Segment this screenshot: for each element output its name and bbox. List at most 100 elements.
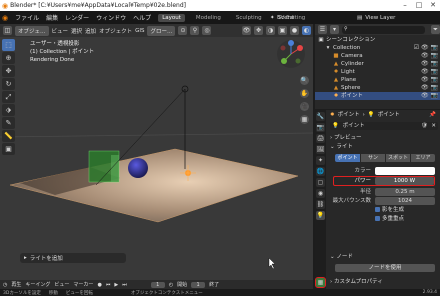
filter-icon[interactable]: ⏷ bbox=[431, 25, 440, 34]
camera-visibility-icon[interactable]: 👁 📷 bbox=[421, 52, 438, 60]
light-type-spot[interactable]: スポット bbox=[386, 154, 410, 162]
sphere-object[interactable] bbox=[128, 158, 148, 178]
outliner-display-mode-icon[interactable]: ▾ bbox=[330, 25, 339, 34]
tab-modeling[interactable]: Modeling bbox=[192, 14, 225, 22]
menu-edit[interactable]: 編集 bbox=[46, 13, 58, 22]
measure-tool-icon[interactable]: 📏 bbox=[2, 130, 15, 142]
object-tab-icon[interactable]: ▢ bbox=[316, 178, 325, 187]
proportional-icon[interactable]: ◎ bbox=[202, 26, 212, 35]
pin-icon[interactable]: 📌 bbox=[429, 111, 436, 120]
outliner-item-sphere[interactable]: ▲ Sphere 👁 📷 bbox=[315, 84, 440, 92]
overlay-icon[interactable]: ◑ bbox=[266, 26, 275, 35]
viewport-scene[interactable] bbox=[0, 37, 313, 280]
light-type-sun[interactable]: サン bbox=[361, 154, 385, 162]
section-preview[interactable]: › プレビュー bbox=[327, 134, 440, 143]
select-menu[interactable]: 選択 bbox=[71, 27, 82, 35]
ortho-grid-icon[interactable]: ▦ bbox=[300, 115, 309, 124]
marker-menu[interactable]: マーカー bbox=[73, 281, 93, 288]
scene-tab-icon[interactable]: ✦ bbox=[316, 156, 325, 165]
record-icon[interactable]: ● bbox=[97, 282, 101, 288]
sphere-visibility-icon[interactable]: 👁 📷 bbox=[421, 84, 438, 92]
output-tab-icon[interactable]: 🖨 bbox=[316, 134, 325, 143]
collection-visibility-icon[interactable]: ☑ 👁 📷 bbox=[414, 44, 438, 52]
outliner-search-field[interactable]: ⚲ bbox=[342, 25, 425, 34]
outliner[interactable]: ☰ ▾ ⚲ ⏷ ▣ シーンコレクション ▾ Collection ☑ 👁 📷 ■ Ca… bbox=[315, 24, 440, 109]
shading-rendered-icon[interactable]: ◐ bbox=[302, 26, 311, 35]
maximize-icon[interactable]: □ bbox=[412, 0, 426, 11]
render-tab-icon[interactable]: 📷 bbox=[316, 123, 325, 132]
outliner-collection[interactable]: ▾ Collection ☑ 👁 📷 bbox=[315, 44, 440, 52]
outliner-item-plane[interactable]: ▲ Plane 👁 📷 bbox=[315, 76, 440, 84]
tab-layout[interactable]: Layout bbox=[158, 13, 185, 22]
menu-help[interactable]: ヘルプ bbox=[133, 13, 151, 22]
power-field[interactable]: 1000 W bbox=[375, 177, 434, 185]
navigation-gizmo[interactable] bbox=[276, 39, 306, 69]
radius-field[interactable]: 0.25 m bbox=[375, 188, 435, 196]
menu-file[interactable]: ファイル bbox=[15, 13, 39, 22]
light-visibility-icon[interactable]: 👁 📷 bbox=[421, 68, 438, 76]
fake-user-icon[interactable]: 🛡 bbox=[421, 122, 428, 130]
add-cube-tool-icon[interactable]: ▣ bbox=[2, 143, 15, 155]
minimize-icon[interactable]: – bbox=[398, 0, 412, 11]
menu-render[interactable]: レンダー bbox=[65, 13, 89, 22]
visibility-icon[interactable]: 👁 bbox=[242, 26, 251, 35]
pan-hand-icon[interactable]: ✋ bbox=[300, 89, 309, 98]
blender-menu-icon[interactable]: ◉ bbox=[2, 14, 8, 22]
light-data-tab-icon[interactable]: 💡 bbox=[316, 211, 325, 220]
outliner-item-camera[interactable]: ■ Camera 👁 📷 bbox=[315, 52, 440, 60]
plane-visibility-icon[interactable]: 👁 📷 bbox=[421, 76, 438, 84]
jump-start-icon[interactable]: ⏮ bbox=[106, 282, 111, 288]
mode-dropdown[interactable]: オブジェ… bbox=[15, 25, 49, 36]
jump-end-icon[interactable]: ⏭ bbox=[122, 282, 127, 288]
object-menu[interactable]: オブジェクト bbox=[99, 27, 132, 35]
playback-menu[interactable]: 再生 bbox=[11, 281, 21, 288]
menu-window[interactable]: ウィンドウ bbox=[96, 13, 126, 22]
max-bounces-field[interactable]: 1024 bbox=[375, 197, 435, 205]
gizmo-icon[interactable]: ✥ bbox=[254, 26, 263, 35]
cursor-tool-icon[interactable]: ⊕ bbox=[2, 52, 15, 64]
start-frame-field[interactable]: 1 bbox=[191, 281, 206, 288]
light-type-area[interactable]: エリア bbox=[411, 154, 435, 162]
section-nodes[interactable]: ⌄ ノード bbox=[327, 253, 440, 262]
pivot-icon[interactable]: ⊙ bbox=[178, 26, 188, 35]
light-type-point[interactable]: ポイント bbox=[335, 154, 360, 162]
cylinder-visibility-icon[interactable]: 👁 📷 bbox=[421, 60, 438, 68]
select-tool-icon[interactable]: ⬚ bbox=[2, 39, 15, 51]
outliner-item-light[interactable]: ✹ Light 👁 📷 bbox=[315, 68, 440, 76]
cast-shadow-checkbox[interactable]: 影を生成 bbox=[375, 206, 435, 214]
timeline-view-menu[interactable]: ビュー bbox=[54, 281, 69, 288]
light-color-swatch[interactable] bbox=[375, 167, 435, 175]
transform-tool-icon[interactable]: ⬗ bbox=[2, 104, 15, 116]
rotate-tool-icon[interactable]: ↻ bbox=[2, 78, 15, 90]
outliner-item-cylinder[interactable]: ▲ Cylinder 👁 📷 bbox=[315, 60, 440, 68]
move-tool-icon[interactable]: ✥ bbox=[2, 65, 15, 77]
camera-view-icon[interactable]: 🎥 bbox=[300, 102, 309, 111]
orientation-dropdown[interactable]: グロー… bbox=[147, 25, 176, 36]
unlink-icon[interactable]: ✕ bbox=[431, 122, 436, 130]
world-tab-icon[interactable]: 🌐 bbox=[316, 167, 325, 176]
point-visibility-icon[interactable]: 👁 📷 bbox=[421, 92, 438, 100]
3d-viewport[interactable]: ◫ オブジェ… ビュー 選択 追加 オブジェクト GIS グロー… ⊙ ⚲ ◎ … bbox=[0, 24, 313, 280]
tab-sculpting[interactable]: Sculpting bbox=[232, 14, 266, 22]
mis-checkbox[interactable]: 多重重点 bbox=[375, 215, 435, 223]
timeline-editor-icon[interactable]: ◷ bbox=[3, 282, 7, 288]
constraints-tab-icon[interactable]: ⛓ bbox=[316, 200, 325, 209]
view-menu[interactable]: ビュー bbox=[52, 27, 69, 35]
snap-icon[interactable]: ⚲ bbox=[190, 26, 200, 35]
scene-selector[interactable]: ✦ Scene bbox=[270, 15, 294, 21]
last-operation-panel[interactable]: ▸ ライトを追加 bbox=[20, 253, 126, 263]
outliner-item-point[interactable]: ✹ ポイント 👁 📷 bbox=[315, 92, 440, 100]
scale-tool-icon[interactable]: ⤢ bbox=[2, 91, 15, 103]
section-light[interactable]: ⌄ ライト bbox=[327, 143, 440, 152]
view-layer-tab-icon[interactable]: 🖼 bbox=[316, 145, 325, 154]
texture-tab-icon[interactable]: ▦ bbox=[315, 277, 326, 288]
properties-editor[interactable]: 🔧 📷 🖨 🖼 ✦ 🌐 ▢ ◉ ⛓ 💡 ▦ ✹ ポイント › 💡 ポイント 📌 … bbox=[315, 110, 440, 289]
view-layer-selector[interactable]: ▤ View Layer bbox=[357, 15, 395, 21]
section-custom-properties[interactable]: › カスタムプロパティ bbox=[327, 278, 440, 287]
light-datablock-selector[interactable]: 💡 ポイント 🛡 ✕ bbox=[330, 122, 438, 130]
outliner-scene-collection[interactable]: ▣ シーンコレクション bbox=[315, 36, 440, 44]
play-icon[interactable]: ▶ bbox=[114, 282, 118, 288]
annotate-tool-icon[interactable]: ✎ bbox=[2, 117, 15, 129]
outliner-editor-icon[interactable]: ☰ bbox=[318, 25, 327, 34]
xray-icon[interactable]: ▣ bbox=[278, 26, 287, 35]
